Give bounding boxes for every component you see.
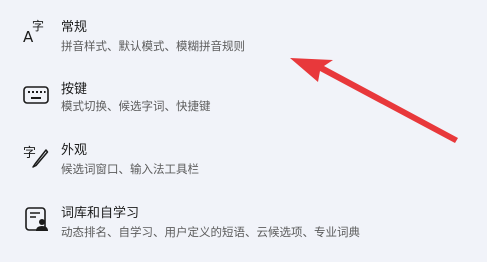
settings-item-description: 模式切换、候选字词、快捷键 bbox=[61, 99, 211, 113]
settings-item-title: 常规 bbox=[61, 20, 88, 35]
settings-item-general[interactable]: A 字 常规 拼音样式、默认模式、模糊拼音规则 bbox=[0, 14, 487, 74]
svg-text:字: 字 bbox=[32, 18, 44, 33]
text-font-icon: A 字 bbox=[23, 18, 44, 45]
pen-character-icon: 字 bbox=[23, 146, 49, 168]
settings-item-title: 外观 bbox=[61, 143, 88, 158]
settings-list: A 字 常规 拼音样式、默认模式、模糊拼音规则 按键 模式切换、候选字词、快捷键… bbox=[0, 0, 487, 262]
svg-text:字: 字 bbox=[23, 146, 36, 161]
settings-item-description: 候选词窗口、输入法工具栏 bbox=[61, 162, 199, 176]
settings-item-description: 拼音样式、默认模式、模糊拼音规则 bbox=[61, 39, 245, 53]
settings-item-lexicon[interactable]: 词库和自学习 动态排名、自学习、用户定义的短语、云候选项、专业词典 bbox=[0, 200, 487, 260]
settings-item-appearance[interactable]: 字 外观 候选词窗口、输入法工具栏 bbox=[0, 137, 487, 197]
settings-item-description: 动态排名、自学习、用户定义的短语、云候选项、专业词典 bbox=[61, 225, 360, 239]
user-dictionary-icon bbox=[25, 207, 48, 231]
keyboard-icon bbox=[23, 86, 49, 104]
settings-item-keys[interactable]: 按键 模式切换、候选字词、快捷键 bbox=[0, 78, 487, 138]
settings-item-title: 词库和自学习 bbox=[61, 206, 140, 221]
settings-item-title: 按键 bbox=[61, 82, 88, 97]
